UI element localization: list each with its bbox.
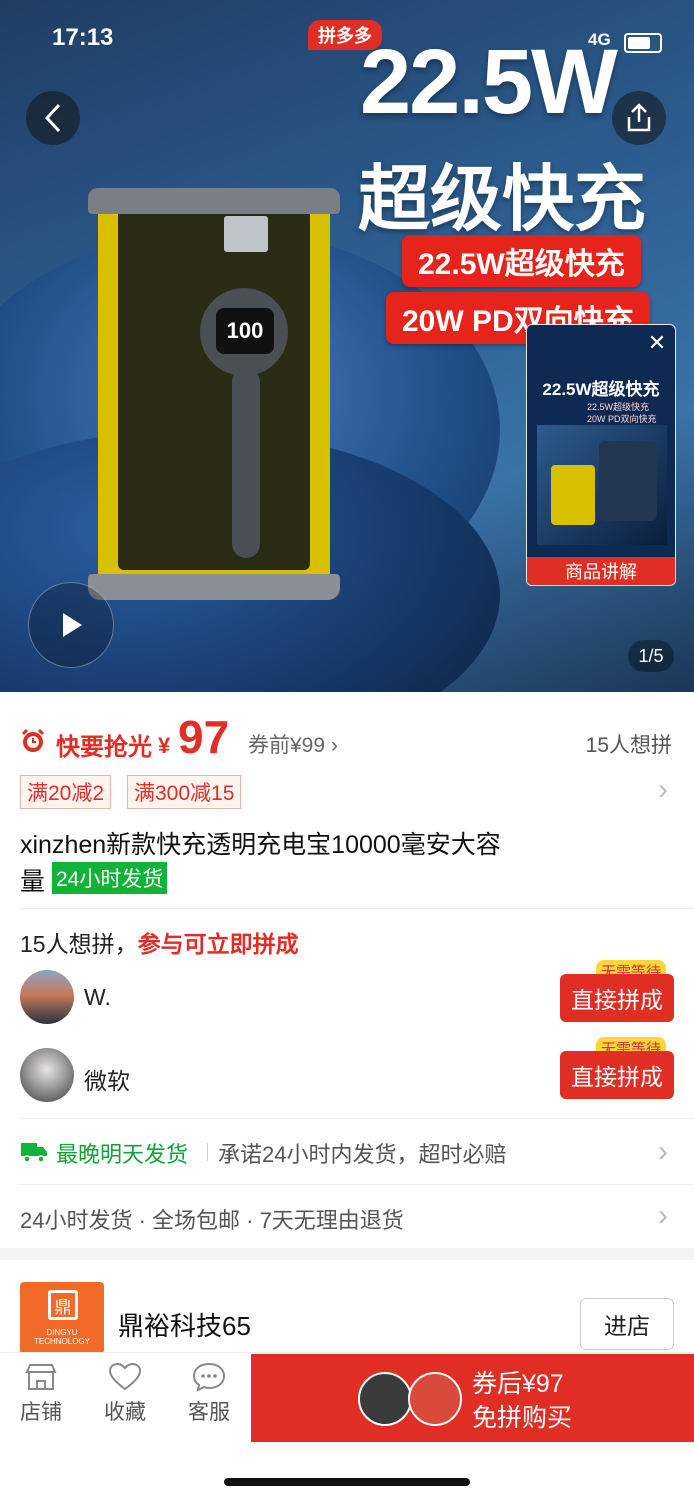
pip-label: 商品讲解 <box>527 557 675 585</box>
coupon-tag[interactable]: 满300减15 <box>127 775 242 809</box>
headline-text: 超级快充 <box>358 160 647 240</box>
urgency-label: 快要抢光 <box>56 734 152 761</box>
video-explainer-card[interactable]: ✕ 22.5W超级快充 22.5W超级快充 20W PD双向快充 商品讲解 <box>526 324 676 586</box>
tab-store[interactable]: 店铺 <box>6 1362 76 1426</box>
network-indicator: 4G <box>588 30 611 49</box>
chevron-right-icon[interactable]: › <box>658 1135 668 1169</box>
device-screen-readout: 100 <box>216 308 274 354</box>
heart-icon <box>108 1362 142 1391</box>
chevron-right-icon[interactable]: › <box>658 773 668 807</box>
separator <box>207 1143 208 1161</box>
pip-thumbnail <box>537 425 667 545</box>
chat-icon <box>192 1362 226 1392</box>
avatar <box>408 1372 462 1426</box>
user-name: W. <box>84 984 111 1010</box>
shop-logo[interactable]: 鼎 DINGYU TECHNOLOGY <box>20 1282 104 1354</box>
close-icon[interactable]: ✕ <box>643 329 671 357</box>
play-video-button[interactable] <box>28 582 114 668</box>
shop-logo-glyph: 鼎 <box>48 1290 78 1320</box>
share-button[interactable] <box>612 91 666 145</box>
chevron-left-icon <box>44 103 61 133</box>
join-group-button[interactable]: 直接拼成 <box>560 1051 674 1099</box>
store-icon <box>25 1364 57 1390</box>
image-pager: 1/5 <box>628 640 674 672</box>
currency-symbol: ¥ <box>158 733 171 758</box>
buy-price-label[interactable]: 券后¥97 <box>472 1364 564 1400</box>
home-indicator[interactable] <box>224 1478 470 1486</box>
power-bank-image: 100 <box>88 188 340 600</box>
latest-ship-time: 最晚明天发货 <box>56 1142 189 1167</box>
avatar <box>20 970 74 1024</box>
join-group-button[interactable]: 直接拼成 <box>560 974 674 1022</box>
shop-name[interactable]: 鼎裕科技65 <box>118 1306 251 1343</box>
original-price-link[interactable]: 券前¥99 › <box>248 729 338 759</box>
shipping-promise: 承诺24小时内发货，超时必赔 <box>218 1142 507 1167</box>
coupon-tag[interactable]: 满20减2 <box>20 775 112 809</box>
pip-heading: 22.5W超级快充 <box>542 380 660 399</box>
avatar <box>20 1048 74 1102</box>
shipping-badge: 24小时发货 <box>52 862 168 894</box>
feature-tag: 22.5W超级快充 <box>402 235 641 287</box>
truck-icon <box>21 1143 47 1163</box>
battery-icon <box>624 33 662 53</box>
tab-favorite[interactable]: 收藏 <box>90 1362 160 1426</box>
divider <box>20 908 694 909</box>
divider <box>20 1184 694 1185</box>
status-time: 17:13 <box>52 24 114 51</box>
share-icon <box>627 103 651 132</box>
price: 97 <box>178 711 230 763</box>
play-icon <box>63 613 82 637</box>
back-button[interactable] <box>26 91 80 145</box>
section-gap <box>0 1248 694 1260</box>
product-title-continued: 量 <box>20 868 46 896</box>
chevron-right-icon[interactable]: › <box>658 1199 668 1233</box>
product-title: xinzhen新款快充透明充电宝10000毫安大容 <box>20 831 501 859</box>
divider <box>20 1118 694 1119</box>
avatar <box>358 1372 412 1426</box>
user-name: 微软 <box>84 1068 130 1094</box>
product-image-carousel[interactable]: 100 拼多多 22.5W 超级快充 22.5W超级快充 20W PD双向快充 … <box>0 0 694 692</box>
group-buy-heading: 15人想拼，参与可立即拼成 <box>20 931 299 957</box>
chevron-right-icon: › <box>330 734 338 757</box>
tab-customer-service[interactable]: 客服 <box>174 1362 244 1426</box>
want-count: 15人想拼 <box>585 734 672 757</box>
pip-subtitle: 22.5W超级快充 20W PD双向快充 <box>587 402 657 424</box>
visit-shop-button[interactable]: 进店 <box>580 1298 674 1350</box>
buy-action-label[interactable]: 免拼购买 <box>472 1398 572 1434</box>
alarm-clock-icon <box>21 728 45 752</box>
service-guarantees: 24小时发货 · 全场包邮 · 7天无理由退货 <box>20 1208 404 1233</box>
headline-watt: 22.5W <box>360 31 618 133</box>
